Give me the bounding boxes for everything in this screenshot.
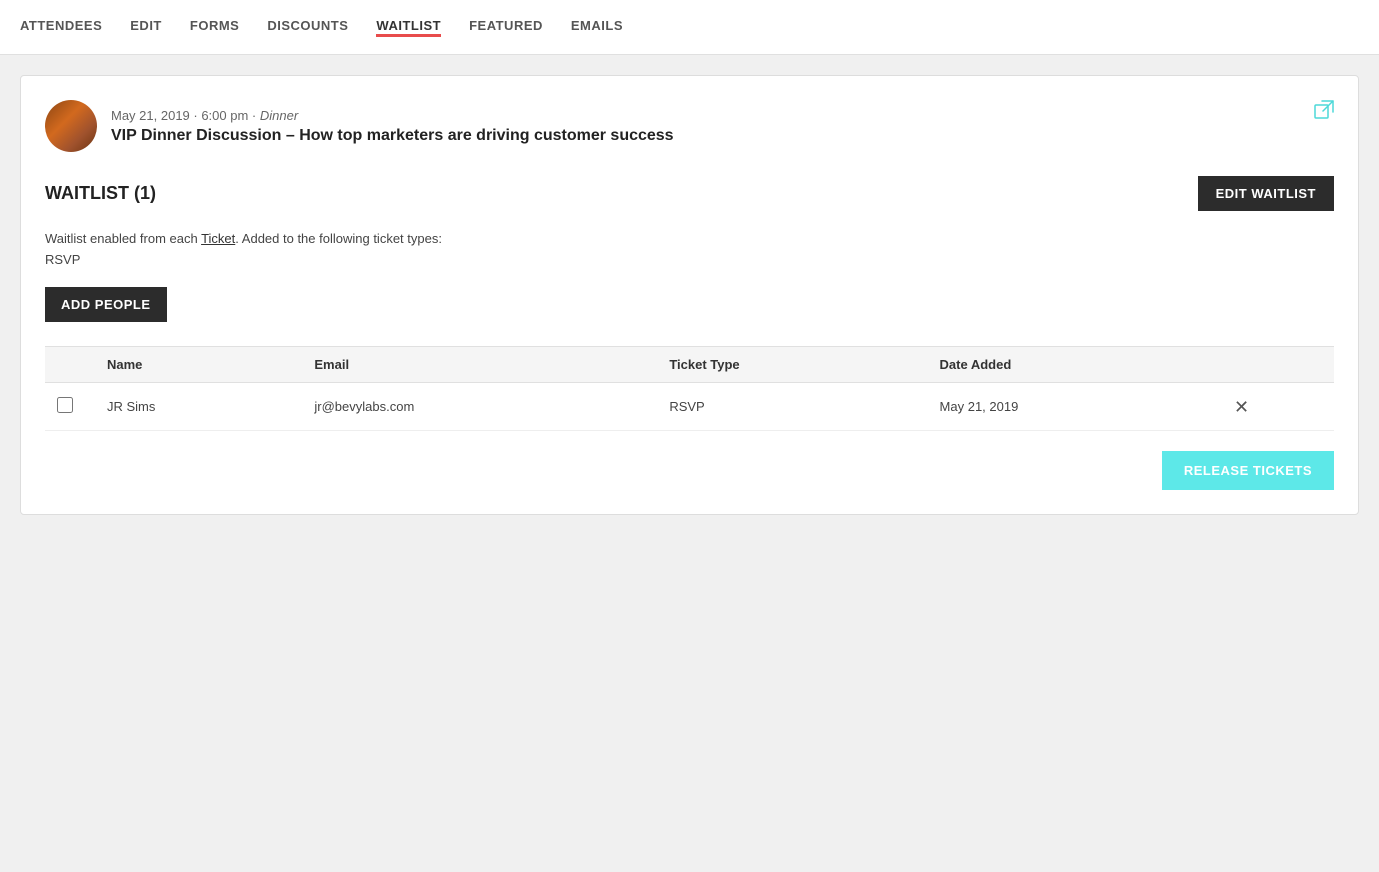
row-ticket-type: RSVP: [657, 383, 927, 431]
nav-edit[interactable]: EDIT: [130, 18, 162, 37]
row-email: jr@bevylabs.com: [302, 383, 657, 431]
event-type: Dinner: [260, 108, 298, 123]
remove-row-button[interactable]: ✕: [1234, 398, 1249, 416]
event-meta: May 21, 2019 · 6:00 pm · Dinner VIP Dinn…: [111, 108, 674, 145]
info-suffix: . Added to the following ticket types:: [235, 231, 442, 246]
row-date-added: May 21, 2019: [928, 383, 1222, 431]
col-name: Name: [95, 347, 302, 383]
event-avatar: [45, 100, 97, 152]
nav-attendees[interactable]: ATTENDEES: [20, 18, 102, 37]
nav-emails[interactable]: EMAILS: [571, 18, 623, 37]
release-tickets-button[interactable]: RELEASE TICKETS: [1162, 451, 1334, 490]
event-date: May 21, 2019 · 6:00 pm · Dinner: [111, 108, 674, 123]
ticket-link[interactable]: Ticket: [201, 231, 235, 246]
col-date-added: Date Added: [928, 347, 1222, 383]
row-checkbox[interactable]: [57, 397, 73, 413]
nav-featured[interactable]: FEATURED: [469, 18, 543, 37]
release-tickets-area: RELEASE TICKETS: [45, 451, 1334, 490]
external-link-icon[interactable]: [1314, 100, 1334, 126]
event-header-left: May 21, 2019 · 6:00 pm · Dinner VIP Dinn…: [45, 100, 674, 152]
top-navigation: ATTENDEES EDIT FORMS DISCOUNTS WAITLIST …: [0, 0, 1379, 55]
table-row: JR Sims jr@bevylabs.com RSVP May 21, 201…: [45, 383, 1334, 431]
waitlist-table: Name Email Ticket Type Date Added JR Sim…: [45, 346, 1334, 431]
row-remove-cell: ✕: [1222, 383, 1334, 431]
nav-waitlist[interactable]: WAITLIST: [376, 18, 441, 37]
nav-forms[interactable]: FORMS: [190, 18, 239, 37]
row-name: JR Sims: [95, 383, 302, 431]
add-people-button[interactable]: ADD PEOPLE: [45, 287, 167, 322]
waitlist-section-header: WAITLIST (1) EDIT WAITLIST: [45, 176, 1334, 211]
row-checkbox-cell: [45, 383, 95, 431]
edit-waitlist-button[interactable]: EDIT WAITLIST: [1198, 176, 1334, 211]
col-email: Email: [302, 347, 657, 383]
main-content: May 21, 2019 · 6:00 pm · Dinner VIP Dinn…: [0, 55, 1379, 535]
waitlist-card: May 21, 2019 · 6:00 pm · Dinner VIP Dinn…: [20, 75, 1359, 515]
info-prefix: Waitlist enabled from each: [45, 231, 201, 246]
event-header: May 21, 2019 · 6:00 pm · Dinner VIP Dinn…: [45, 100, 1334, 152]
event-title: VIP Dinner Discussion – How top marketer…: [111, 127, 674, 145]
waitlist-info-text: Waitlist enabled from each Ticket. Added…: [45, 231, 1334, 246]
col-checkbox: [45, 347, 95, 383]
avatar-image: [45, 100, 97, 152]
col-actions: [1222, 347, 1334, 383]
rsvp-label: RSVP: [45, 252, 1334, 267]
nav-discounts[interactable]: DISCOUNTS: [267, 18, 348, 37]
event-date-text: May 21, 2019 · 6:00 pm ·: [111, 108, 260, 123]
table-header-row: Name Email Ticket Type Date Added: [45, 347, 1334, 383]
col-ticket-type: Ticket Type: [657, 347, 927, 383]
waitlist-title: WAITLIST (1): [45, 183, 156, 204]
table-header: Name Email Ticket Type Date Added: [45, 347, 1334, 383]
table-body: JR Sims jr@bevylabs.com RSVP May 21, 201…: [45, 383, 1334, 431]
